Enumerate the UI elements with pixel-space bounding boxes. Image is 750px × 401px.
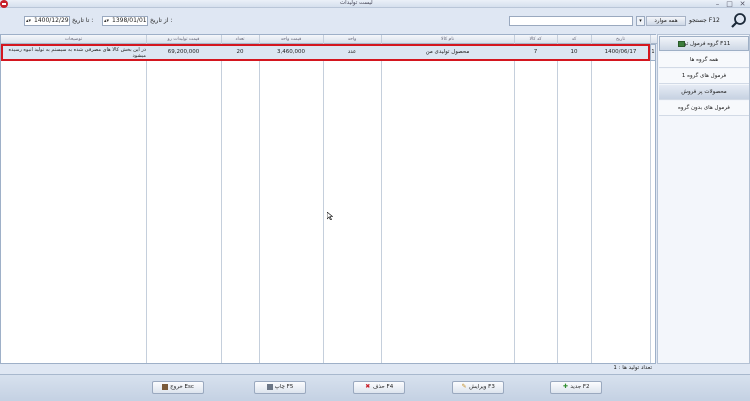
grid-icon	[678, 41, 685, 47]
column-divider	[514, 35, 515, 363]
from-date-value: 1398/01/01	[112, 17, 147, 24]
to-date-label: تا تاریخ :	[72, 17, 94, 24]
group-item-ungrouped[interactable]: فرمول های بدون گروه	[659, 101, 749, 116]
edit-label: ویرایش F3	[469, 384, 495, 390]
table-row[interactable]: 1400/06/17 10 7 محصول تولیدی من عدد 3,46…	[1, 44, 650, 61]
column-divider	[557, 35, 558, 363]
exit-label: خروج Esc	[170, 384, 194, 390]
grid-header: تاریخ کد کد کالا نام کالا واحد قیمت واحد…	[1, 35, 657, 44]
button-bar: خروج Esc چاپ F5 ✖ حذف F4 ✎ ویرایش F3 ✚ جدید…	[0, 374, 750, 401]
print-label: چاپ F5	[274, 384, 294, 390]
search-input[interactable]	[509, 16, 633, 26]
cell-date: 1400/06/17	[604, 49, 637, 55]
column-divider	[323, 35, 324, 363]
column-divider	[591, 35, 592, 363]
col-unit-price[interactable]: قیمت واحد	[259, 35, 323, 44]
spin-arrows-icon[interactable]: ▴▾	[104, 17, 109, 25]
window-title: لیست تولیدات	[340, 0, 373, 6]
printer-icon	[266, 383, 273, 390]
group-item-all[interactable]: همه گروه ها	[659, 53, 749, 68]
panel-header-label: گروه فرمول تولید F11	[677, 41, 731, 47]
col-code[interactable]: کد	[557, 35, 591, 44]
mouse-cursor-icon	[327, 212, 333, 220]
chevron-down-icon[interactable]: ▾	[636, 16, 645, 26]
edit-icon: ✎	[461, 382, 467, 390]
to-date-value: 1400/12/29	[34, 17, 69, 24]
toolbar: ▴▾ 1400/12/29 تا تاریخ : ▴▾ 1398/01/01 ا…	[0, 9, 750, 33]
column-divider	[221, 35, 222, 363]
close-icon[interactable]: ✕	[738, 0, 747, 8]
cell-total: 69,200,000	[167, 49, 200, 55]
column-divider	[381, 35, 382, 363]
cell-code: 10	[570, 49, 578, 55]
row-indicator[interactable]: 1	[650, 44, 656, 61]
minimize-icon[interactable]: –	[713, 0, 722, 8]
panel-header[interactable]: گروه فرمول تولید F11	[659, 36, 749, 51]
title-bar: لیست تولیدات – □ ✕	[0, 0, 750, 8]
cell-item-name: محصول تولیدی من	[425, 49, 470, 55]
search-label: جستجو F12	[689, 17, 720, 24]
new-button[interactable]: ✚ جدید F2	[550, 381, 602, 394]
app-icon	[0, 0, 8, 8]
col-item-name[interactable]: نام کالا	[381, 35, 514, 44]
delete-icon: ✖	[365, 382, 371, 390]
exit-button[interactable]: خروج Esc	[152, 381, 204, 394]
formula-group-panel: گروه فرمول تولید F11 همه گروه ها فرمول ه…	[657, 34, 750, 364]
col-date[interactable]: تاریخ	[591, 35, 650, 44]
print-button[interactable]: چاپ F5	[254, 381, 306, 394]
record-count: تعداد تولید ها : 1	[0, 364, 656, 373]
cell-description: در این بخش کالا های مصرفی شده به سیستم ب…	[8, 47, 146, 59]
spin-arrows-icon[interactable]: ▴▾	[26, 17, 31, 25]
column-divider	[259, 35, 260, 363]
from-date-picker[interactable]: ▴▾ 1398/01/01	[102, 16, 148, 26]
column-divider	[650, 35, 651, 363]
maximize-icon[interactable]: □	[725, 0, 734, 8]
col-description[interactable]: توضیحات	[1, 35, 146, 44]
edit-button[interactable]: ✎ ویرایش F3	[452, 381, 504, 394]
col-quantity[interactable]: تعداد	[221, 35, 259, 44]
from-date-label: از تاریخ :	[150, 17, 173, 24]
add-icon: ✚	[562, 382, 568, 390]
exit-icon	[162, 383, 169, 390]
group-item-bestsellers[interactable]: محصولات پر فروش	[659, 85, 749, 100]
search-icon[interactable]	[730, 12, 748, 30]
search-field-select[interactable]: همه موارد	[646, 16, 686, 26]
cell-quantity: 20	[236, 49, 244, 55]
new-label: جدید F2	[570, 384, 590, 390]
cell-item-code: 7	[533, 49, 538, 55]
col-total[interactable]: قیمت تولیدات رو	[146, 35, 221, 44]
production-grid: تاریخ کد کد کالا نام کالا واحد قیمت واحد…	[0, 34, 657, 364]
column-divider	[146, 35, 147, 363]
delete-label: حذف F4	[372, 384, 394, 390]
col-item-code[interactable]: کد کالا	[514, 35, 557, 44]
to-date-picker[interactable]: ▴▾ 1400/12/29	[24, 16, 70, 26]
delete-button[interactable]: ✖ حذف F4	[353, 381, 405, 394]
col-unit[interactable]: واحد	[323, 35, 381, 44]
group-item-group-1[interactable]: فرمول های گروه 1	[659, 69, 749, 84]
cell-unit: عدد	[347, 49, 357, 55]
cell-unit-price: 3,460,000	[277, 49, 305, 55]
